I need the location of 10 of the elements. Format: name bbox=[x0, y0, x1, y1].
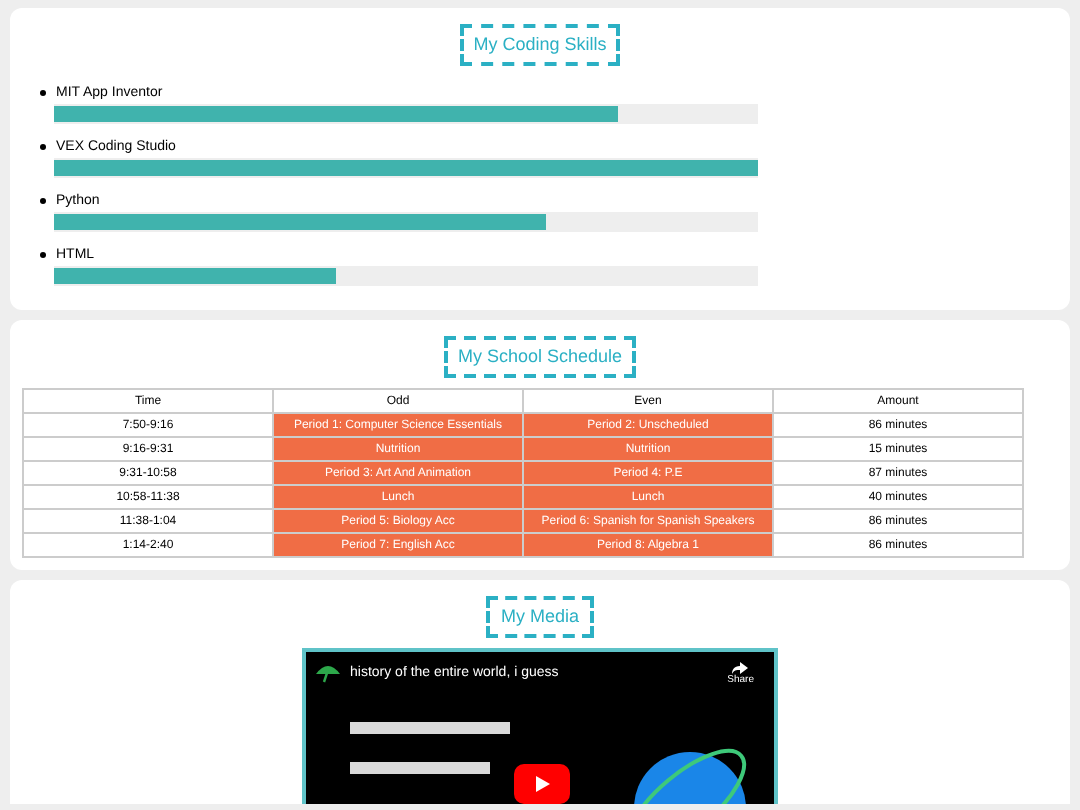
bullet-icon bbox=[40, 197, 46, 203]
bullet-icon bbox=[40, 143, 46, 149]
bullet-icon bbox=[40, 89, 46, 95]
bullet-icon bbox=[40, 251, 46, 257]
play-icon[interactable] bbox=[514, 764, 570, 804]
share-icon[interactable] bbox=[732, 662, 749, 674]
section-title: My School Schedule bbox=[443, 336, 637, 378]
section-title: My Media bbox=[486, 596, 593, 638]
section-title: My Coding Skills bbox=[459, 24, 621, 66]
umbrella-icon bbox=[314, 662, 342, 684]
